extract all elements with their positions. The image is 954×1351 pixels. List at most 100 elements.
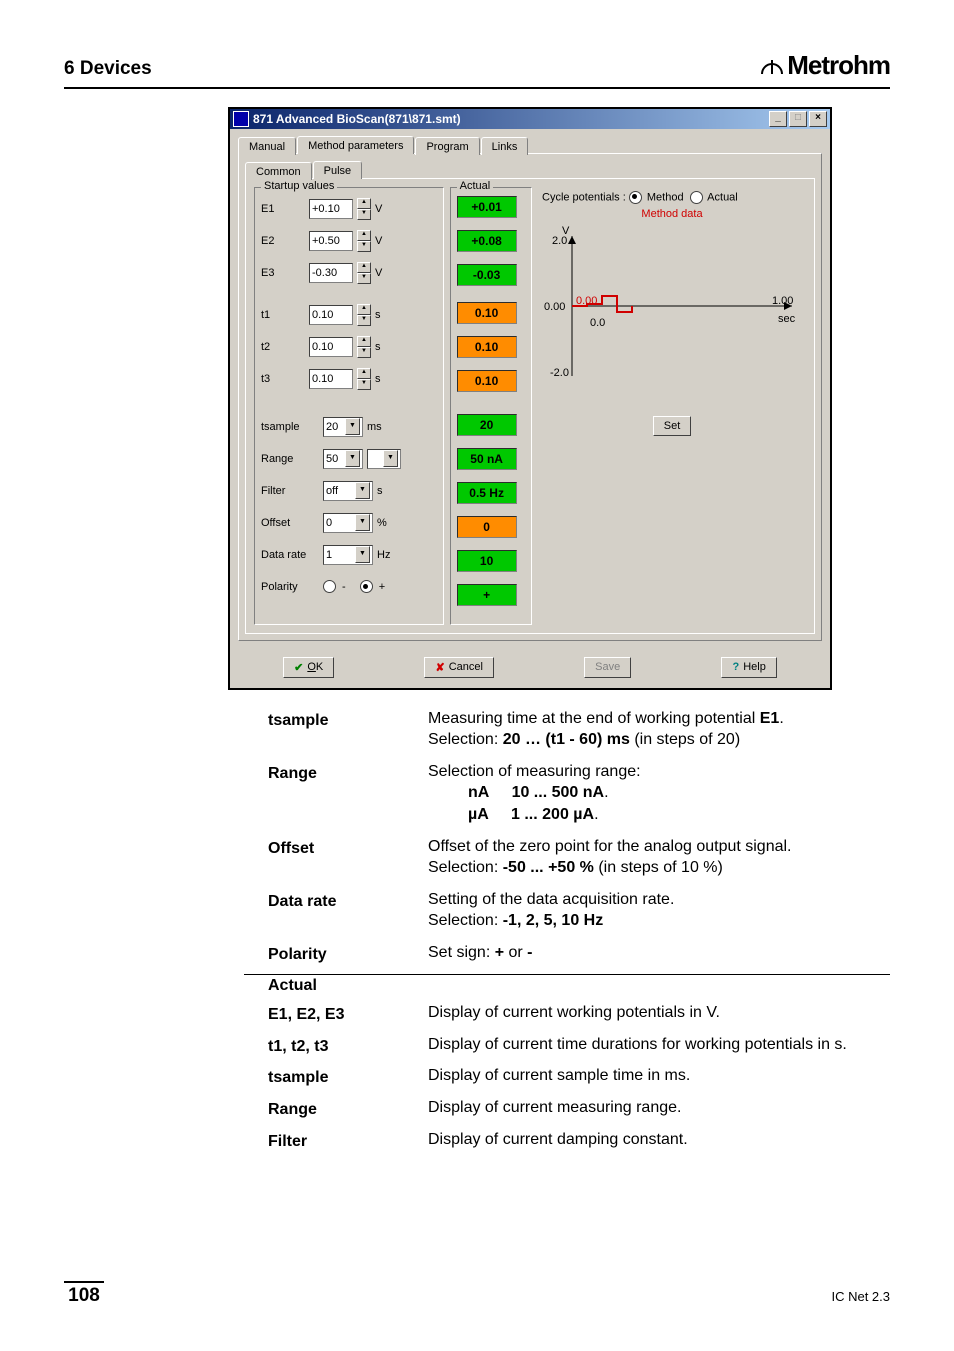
spinner-t1[interactable] [357, 304, 371, 326]
select-range-unit[interactable] [367, 449, 401, 469]
select-range-value[interactable]: 50 [323, 449, 363, 469]
select-datarate[interactable]: 1 [323, 545, 373, 565]
unit-offset: % [377, 517, 395, 529]
chart-panel: Cycle potentials : Method Actual Method … [538, 187, 806, 625]
def-atsample: Display of current sample time in ms. [428, 1065, 890, 1087]
tab-program[interactable]: Program [415, 137, 479, 155]
subtab-pulse[interactable]: Pulse [313, 161, 363, 179]
subtab-common[interactable]: Common [245, 162, 312, 180]
select-offset[interactable]: 0 [323, 513, 373, 533]
actual-t2: 0.10 [457, 336, 517, 358]
select-filter[interactable]: off [323, 481, 373, 501]
help-button[interactable]: ?Help [721, 657, 776, 678]
actual-datarate: 10 [457, 550, 517, 572]
actual-offset: 0 [457, 516, 517, 538]
term-offset: Offset [268, 836, 428, 860]
chart-caption: Method data [542, 208, 802, 220]
maximize-icon[interactable]: □ [789, 111, 807, 127]
product-name: IC Net 2.3 [831, 1289, 890, 1304]
term-afilter: Filter [268, 1129, 428, 1153]
def-afilter: Display of current damping constant. [428, 1129, 890, 1151]
label-tsample: tsample [261, 421, 319, 433]
actual-t1: 0.10 [457, 302, 517, 324]
actual-polarity: + [457, 584, 517, 606]
radio-polarity-plus[interactable] [360, 580, 373, 593]
term-polarity: Polarity [268, 942, 428, 966]
brand-logo: Metrohm [759, 50, 890, 83]
spinner-e2[interactable] [357, 230, 371, 252]
input-e3[interactable] [309, 263, 353, 283]
window-title: 871 Advanced BioScan(871\871.smt) [253, 112, 461, 126]
tab-manual[interactable]: Manual [238, 137, 296, 155]
save-button[interactable]: Save [584, 657, 631, 678]
term-at: t1, t2, t3 [268, 1034, 428, 1058]
input-t3[interactable] [309, 369, 353, 389]
spinner-t3[interactable] [357, 368, 371, 390]
chevron-down-icon[interactable] [345, 450, 360, 467]
cycle-label: Cycle potentials : [542, 191, 626, 203]
dialog-window: 871 Advanced BioScan(871\871.smt) _ □ × … [228, 107, 832, 690]
chevron-down-icon[interactable] [355, 482, 370, 499]
def-offset: Offset of the zero point for the analog … [428, 836, 890, 879]
radio-method[interactable] [629, 191, 642, 204]
input-e2[interactable] [309, 231, 353, 251]
term-range: Range [268, 761, 428, 785]
spinner-e3[interactable] [357, 262, 371, 284]
chevron-down-icon[interactable] [345, 418, 360, 435]
def-at: Display of current time durations for wo… [428, 1034, 890, 1056]
ok-button[interactable]: ✔OOKK [283, 657, 334, 678]
x-icon: ✘ [435, 661, 444, 674]
unit-t2: s [375, 341, 393, 353]
def-aE: Display of current working potentials in… [428, 1002, 890, 1024]
unit-datarate: Hz [377, 549, 395, 561]
def-polarity: Set sign: + or - [428, 942, 890, 964]
tab-method-parameters[interactable]: Method parameters [297, 136, 414, 154]
input-t1[interactable] [309, 305, 353, 325]
cycle-chart: 2.0 0.00 -2.0 V 0.00 1.00 sec 0.0 [542, 226, 802, 386]
label-e3: E3 [261, 267, 305, 279]
spinner-e1[interactable] [357, 198, 371, 220]
svg-text:V: V [562, 226, 570, 237]
close-icon[interactable]: × [809, 111, 827, 127]
actual-e3: -0.03 [457, 264, 517, 286]
unit-filter: s [377, 485, 395, 497]
def-datarate: Setting of the data acquisition rate.Sel… [428, 889, 890, 932]
unit-t1: s [375, 309, 393, 321]
input-e1[interactable] [309, 199, 353, 219]
actual-e2: +0.08 [457, 230, 517, 252]
titlebar[interactable]: 871 Advanced BioScan(871\871.smt) _ □ × [230, 109, 830, 129]
label-minus: - [342, 581, 346, 593]
chevron-down-icon[interactable] [383, 450, 398, 467]
group-startup-values: Startup values E1V E2V E3V t1s t2s t3s t… [254, 187, 444, 625]
chevron-down-icon[interactable] [355, 546, 370, 563]
window-icon [233, 111, 249, 127]
cancel-button[interactable]: ✘Cancel [424, 657, 493, 678]
label-e1: E1 [261, 203, 305, 215]
chevron-down-icon[interactable] [355, 514, 370, 531]
unit-tsample: ms [367, 421, 385, 433]
spinner-t2[interactable] [357, 336, 371, 358]
unit-e2: V [375, 235, 393, 247]
page-number: 108 [64, 1281, 104, 1307]
section-heading: 6 Devices [64, 58, 152, 80]
input-t2[interactable] [309, 337, 353, 357]
set-button[interactable]: Set [653, 416, 692, 436]
actual-range: 50 nA [457, 448, 517, 470]
label-datarate: Data rate [261, 549, 319, 561]
label-t1: t1 [261, 309, 305, 321]
tab-links[interactable]: Links [481, 137, 529, 155]
radio-polarity-minus[interactable] [323, 580, 336, 593]
label-filter: Filter [261, 485, 319, 497]
label-method: Method [647, 191, 684, 203]
minimize-icon[interactable]: _ [769, 111, 787, 127]
radio-actual[interactable] [690, 191, 703, 204]
actual-e1: +0.01 [457, 196, 517, 218]
select-tsample[interactable]: 20 [323, 417, 363, 437]
label-t2: t2 [261, 341, 305, 353]
svg-text:0.0: 0.0 [590, 317, 605, 329]
def-range: Selection of measuring range: nA 10 ... … [428, 761, 890, 826]
check-icon: ✔ [294, 661, 303, 674]
unit-e3: V [375, 267, 393, 279]
label-range: Range [261, 453, 319, 465]
label-plus: + [379, 581, 385, 593]
